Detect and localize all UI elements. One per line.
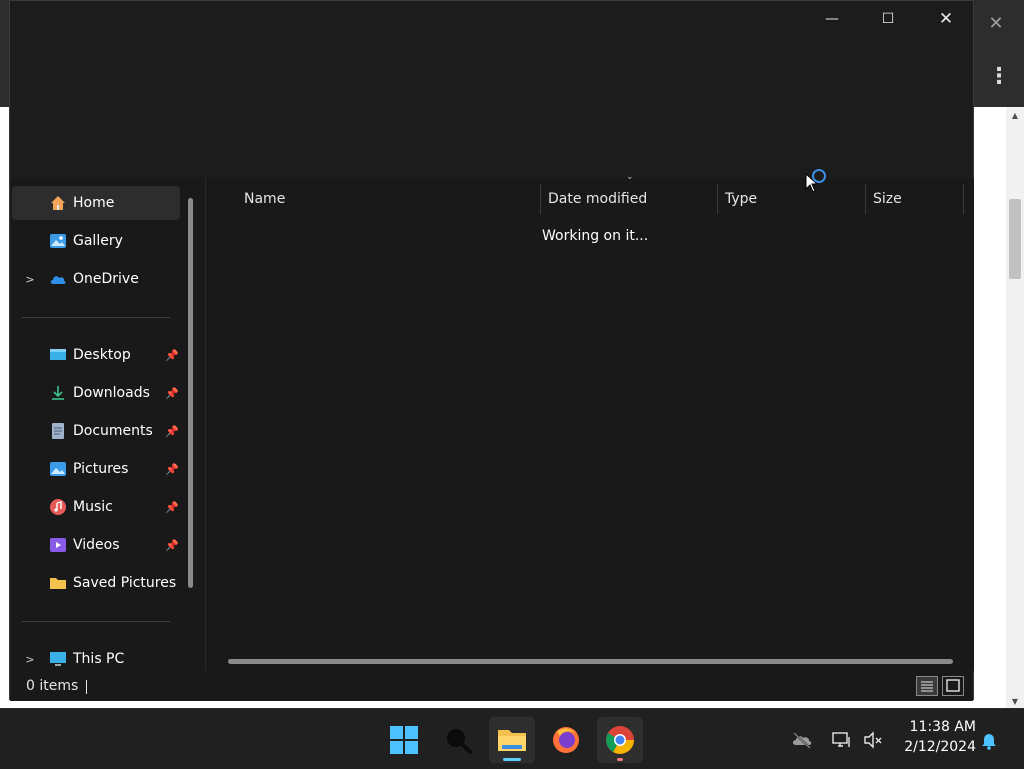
gallery-icon bbox=[50, 234, 66, 248]
nav-item-label: This PC bbox=[73, 651, 125, 667]
column-header-size[interactable]: Size bbox=[873, 184, 902, 214]
nav-item-label: OneDrive bbox=[73, 271, 139, 287]
tiles-view-button[interactable] bbox=[942, 676, 964, 696]
busy-spinner-icon bbox=[812, 169, 826, 183]
status-bar: 0 items bbox=[10, 671, 973, 701]
notification-bell-icon[interactable] bbox=[978, 729, 1000, 751]
horizontal-scrollbar[interactable] bbox=[228, 659, 953, 664]
nav-scrollbar[interactable] bbox=[188, 198, 193, 588]
column-header-date-modified[interactable]: Date modified bbox=[548, 184, 647, 214]
loading-status-text: Working on it... bbox=[542, 228, 649, 244]
nav-item-label: Videos bbox=[73, 537, 120, 553]
video-icon bbox=[50, 538, 66, 552]
browser-close-icon[interactable]: ✕ bbox=[984, 12, 1008, 36]
browser-scrollbar[interactable]: ▲ ▼ bbox=[1006, 107, 1024, 708]
nav-item-pictures[interactable]: Pictures 📌 bbox=[12, 452, 180, 486]
windows-start-icon bbox=[390, 726, 418, 754]
search-button[interactable] bbox=[435, 717, 481, 763]
pin-icon[interactable]: 📌 bbox=[165, 425, 179, 438]
pin-icon[interactable]: 📌 bbox=[165, 463, 179, 476]
nav-item-desktop[interactable]: Desktop 📌 bbox=[12, 338, 180, 372]
column-divider[interactable] bbox=[865, 184, 866, 214]
column-divider[interactable] bbox=[963, 184, 964, 214]
taskbar: 11:38 AM 2/12/2024 bbox=[0, 708, 1024, 769]
taskbar-firefox[interactable] bbox=[543, 717, 589, 763]
sort-caret-icon: ⌄ bbox=[626, 172, 634, 182]
details-view-button[interactable] bbox=[916, 676, 938, 696]
expand-chevron-icon[interactable]: > bbox=[24, 273, 36, 286]
computer-icon bbox=[50, 652, 66, 666]
firefox-icon bbox=[553, 727, 579, 753]
scroll-up-icon[interactable]: ▲ bbox=[1010, 111, 1020, 120]
music-icon bbox=[50, 499, 66, 515]
document-icon bbox=[52, 423, 64, 439]
pictures-icon bbox=[50, 462, 66, 476]
scroll-thumb[interactable] bbox=[1009, 199, 1021, 279]
nav-item-label: Gallery bbox=[73, 233, 123, 249]
file-explorer-icon bbox=[498, 730, 526, 751]
nav-item-label: Downloads bbox=[73, 385, 150, 401]
nav-item-label: Desktop bbox=[73, 347, 131, 363]
nav-item-label: Pictures bbox=[73, 461, 129, 477]
status-separator bbox=[86, 680, 87, 694]
details-view-icon bbox=[921, 681, 933, 692]
nav-divider bbox=[22, 621, 170, 622]
file-list-pane[interactable]: ⌄ Name Date modified Type Size Working o… bbox=[205, 172, 974, 671]
pin-icon[interactable]: 📌 bbox=[165, 349, 179, 362]
nav-divider bbox=[22, 317, 170, 318]
nav-item-music[interactable]: Music 📌 bbox=[12, 490, 180, 524]
close-button[interactable]: ✕ bbox=[926, 5, 966, 33]
tiles-view-icon bbox=[946, 679, 960, 692]
download-arrow-icon bbox=[52, 386, 64, 400]
nav-item-videos[interactable]: Videos 📌 bbox=[12, 528, 180, 562]
nav-item-onedrive[interactable]: > OneDrive bbox=[12, 262, 180, 296]
running-indicator bbox=[503, 758, 521, 761]
item-count: 0 items bbox=[26, 678, 79, 694]
file-explorer-window: — ☐ ✕ Home Gallery > OneDrive Desktop 📌 … bbox=[9, 0, 974, 701]
folder-icon bbox=[50, 578, 66, 589]
nav-item-gallery[interactable]: Gallery bbox=[12, 224, 180, 258]
explorer-title-bar[interactable]: — ☐ ✕ bbox=[10, 1, 973, 178]
scroll-down-icon[interactable]: ▼ bbox=[1010, 697, 1020, 706]
nav-item-downloads[interactable]: Downloads 📌 bbox=[12, 376, 180, 410]
search-icon bbox=[447, 729, 472, 754]
volume-muted-icon[interactable] bbox=[862, 729, 884, 751]
clock-date[interactable]: 2/12/2024 bbox=[898, 739, 976, 755]
column-divider[interactable] bbox=[717, 184, 718, 214]
column-header-type[interactable]: Type bbox=[725, 184, 757, 214]
start-button[interactable] bbox=[381, 717, 427, 763]
navigation-pane: Home Gallery > OneDrive Desktop 📌 Downlo… bbox=[10, 178, 204, 671]
maximize-button[interactable]: ☐ bbox=[868, 5, 908, 33]
minimize-button[interactable]: — bbox=[812, 5, 852, 33]
taskbar-file-explorer[interactable] bbox=[489, 717, 535, 763]
onedrive-cloud-icon bbox=[50, 276, 66, 284]
browser-menu-icon[interactable]: ⋮ bbox=[988, 62, 1010, 92]
chrome-icon bbox=[606, 726, 634, 754]
nav-item-label: Home bbox=[73, 195, 115, 211]
expand-chevron-icon[interactable]: > bbox=[24, 653, 36, 666]
nav-item-documents[interactable]: Documents 📌 bbox=[12, 414, 180, 448]
nav-item-label: Documents bbox=[73, 423, 153, 439]
column-header-name[interactable]: Name bbox=[244, 184, 285, 214]
taskbar-chrome[interactable] bbox=[597, 717, 643, 763]
nav-item-saved-pictures[interactable]: Saved Pictures bbox=[12, 566, 180, 600]
column-divider[interactable] bbox=[540, 184, 541, 214]
pin-icon[interactable]: 📌 bbox=[165, 539, 179, 552]
desktop-icon bbox=[50, 349, 66, 360]
onedrive-offline-icon[interactable] bbox=[791, 729, 813, 751]
pin-icon[interactable]: 📌 bbox=[165, 387, 179, 400]
clock-time[interactable]: 11:38 AM bbox=[898, 719, 976, 735]
nav-item-home[interactable]: Home bbox=[12, 186, 180, 220]
nav-item-label: Music bbox=[73, 499, 113, 515]
nav-item-label: Saved Pictures bbox=[73, 575, 177, 591]
network-icon[interactable] bbox=[831, 729, 853, 751]
running-indicator bbox=[617, 758, 623, 761]
pin-icon[interactable]: 📌 bbox=[165, 501, 179, 514]
home-icon bbox=[51, 196, 65, 210]
